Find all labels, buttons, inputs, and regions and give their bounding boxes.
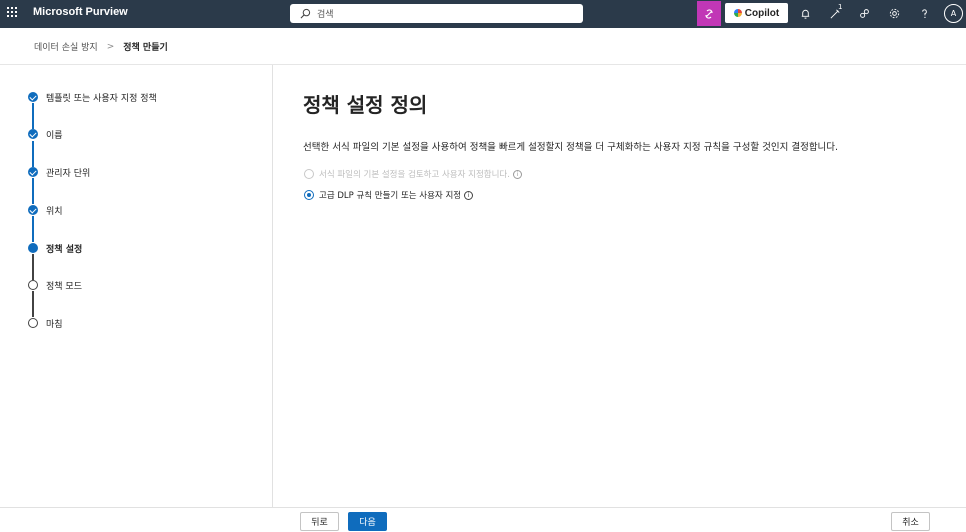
step-policy-settings[interactable]: 정책 설정 — [28, 242, 83, 255]
step-connector — [32, 291, 34, 317]
step-complete-icon — [28, 92, 38, 102]
option-advanced-rules[interactable]: 고급 DLP 규칙 만들기 또는 사용자 지정 i — [304, 189, 474, 201]
back-button[interactable]: 뒤로 — [300, 512, 339, 531]
page-title: 정책 설정 정의 — [303, 93, 428, 117]
radio-button[interactable] — [304, 190, 314, 200]
connections-icon[interactable] — [857, 6, 871, 20]
breadcrumb: 데이터 손실 방지 > 정책 만들기 — [34, 40, 168, 54]
help-icon[interactable] — [917, 6, 931, 20]
pane-divider — [272, 65, 273, 507]
step-label: 템플릿 또는 사용자 지정 정책 — [46, 93, 157, 104]
step-pending-icon — [28, 280, 38, 290]
step-label: 정책 설정 — [46, 244, 83, 255]
step-connector — [32, 178, 34, 204]
step-current-icon — [28, 243, 38, 253]
app-name[interactable]: Microsoft Purview — [33, 6, 128, 18]
app-launcher-icon[interactable] — [7, 7, 19, 19]
step-label: 이름 — [46, 130, 63, 141]
cancel-button[interactable]: 취소 — [891, 512, 930, 531]
copilot-color-icon — [733, 9, 742, 17]
step-label: 마침 — [46, 319, 63, 330]
step-complete-icon — [28, 129, 38, 139]
copilot-logo-button[interactable] — [697, 1, 721, 26]
info-icon[interactable]: i — [512, 169, 522, 179]
step-complete-icon — [28, 167, 38, 177]
settings-gear-icon[interactable] — [887, 6, 901, 20]
step-admin-units[interactable]: 관리자 단위 — [28, 166, 91, 179]
breadcrumb-parent[interactable]: 데이터 손실 방지 — [34, 40, 98, 53]
step-locations[interactable]: 위치 — [28, 204, 63, 217]
step-connector — [32, 141, 34, 167]
next-button[interactable]: 다음 — [348, 512, 387, 531]
avatar[interactable]: A — [944, 4, 963, 23]
info-icon[interactable]: i — [464, 190, 474, 200]
breadcrumb-current: 정책 만들기 — [123, 43, 168, 53]
step-connector — [32, 103, 34, 129]
breadcrumb-separator-icon: > — [106, 41, 115, 52]
footer-divider — [0, 507, 966, 508]
step-label: 정책 모드 — [46, 281, 82, 292]
step-finish: 마침 — [28, 317, 63, 330]
option-label: 고급 DLP 규칙 만들기 또는 사용자 지정 — [319, 191, 462, 201]
step-connector — [32, 216, 34, 242]
copilot-icon — [705, 8, 713, 19]
step-complete-icon — [28, 205, 38, 215]
copilot-label: Copilot — [744, 7, 780, 19]
option-default-settings[interactable]: 서식 파일의 기본 설정을 검토하고 사용자 지정합니다. i — [304, 168, 522, 180]
step-pending-icon — [28, 318, 38, 328]
option-label: 서식 파일의 기본 설정을 검토하고 사용자 지정합니다. — [319, 170, 510, 180]
step-label: 관리자 단위 — [46, 168, 91, 179]
step-label: 위치 — [46, 206, 63, 217]
notifications-icon[interactable] — [798, 6, 812, 20]
search-icon — [300, 8, 311, 19]
copilot-button[interactable]: Copilot — [725, 3, 788, 23]
step-policy-mode: 정책 모드 — [28, 279, 82, 292]
top-bar: Microsoft Purview 검색 Copilot 1 A — [0, 0, 966, 28]
step-connector — [32, 254, 34, 280]
search-input[interactable]: 검색 — [290, 4, 583, 23]
search-placeholder: 검색 — [317, 10, 334, 20]
radio-button[interactable] — [304, 169, 314, 179]
notification-badge: 1 — [838, 3, 843, 11]
step-name[interactable]: 이름 — [28, 128, 63, 141]
step-template[interactable]: 템플릿 또는 사용자 지정 정책 — [28, 91, 157, 104]
page-description: 선택한 서식 파일의 기본 설정을 사용하여 정책을 빠르게 설정할지 정책을 … — [303, 142, 839, 153]
